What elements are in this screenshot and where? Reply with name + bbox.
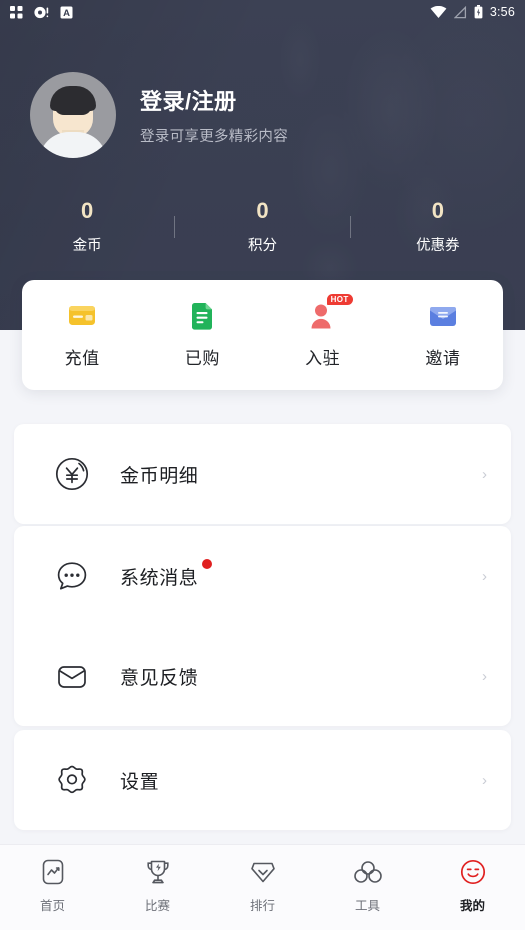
tab-mine[interactable]: 我的	[420, 857, 525, 914]
quick-action-invite[interactable]: 邀请	[383, 301, 503, 369]
yen-coin-icon	[54, 456, 96, 492]
menu-item-feedback[interactable]: 意见反馈 ›	[14, 626, 511, 726]
bottom-tab-bar: 首页 比赛 排行 工具 我的	[0, 844, 525, 930]
menu-item-label: 设置	[120, 771, 160, 793]
menu-item-coin-details[interactable]: 金币明细 ›	[14, 424, 511, 524]
diamond-rank-icon	[210, 857, 315, 887]
menu-item-system-messages[interactable]: 系统消息 ›	[14, 526, 511, 626]
quick-action-label: 入驻	[305, 349, 341, 368]
status-bar-clock: 3:56	[489, 5, 515, 19]
quick-action-label: 邀请	[425, 349, 461, 368]
avatar-shirt	[39, 132, 107, 158]
menu-item-settings[interactable]: 设置 ›	[14, 730, 511, 830]
hot-badge: HOT	[326, 294, 353, 305]
letter-a-box-icon: A	[60, 6, 73, 19]
tools-circles-icon	[315, 857, 420, 887]
stat-value: 0	[81, 197, 94, 223]
signal-off-icon	[453, 5, 466, 18]
menu-card-messages: 系统消息 › 意见反馈 ›	[14, 526, 511, 726]
tab-label: 我的	[459, 899, 485, 913]
my-profile-screen: A 3:56 登录/注册 登录可享更多精彩内容 0 金币 0 积分 0 优惠券 …	[0, 0, 525, 930]
stat-value: 0	[256, 197, 269, 223]
tab-label: 比赛	[144, 899, 170, 913]
svg-text:A: A	[63, 8, 70, 19]
stat-label: 积分	[247, 237, 277, 254]
envelope-icon	[383, 301, 503, 331]
stat-label: 优惠券	[416, 237, 460, 254]
battery-icon	[474, 5, 483, 19]
tab-home[interactable]: 首页	[0, 857, 105, 914]
profile-login-block[interactable]: 登录/注册 登录可享更多精彩内容	[30, 72, 288, 158]
trophy-icon	[105, 857, 210, 887]
status-bar-right-icons: 3:56	[430, 5, 515, 19]
tab-ranking[interactable]: 排行	[210, 857, 315, 914]
quick-action-purchased[interactable]: 已购	[142, 301, 262, 369]
avatar-hair	[50, 86, 96, 115]
stat-label: 金币	[72, 237, 102, 254]
tab-tools[interactable]: 工具	[315, 857, 420, 914]
chevron-right-icon: ›	[482, 771, 487, 789]
menu-card-coins: 金币明细 ›	[14, 424, 511, 524]
profile-text: 登录/注册 登录可享更多精彩内容	[140, 84, 288, 146]
quick-action-recharge[interactable]: 充值	[22, 301, 142, 369]
login-register-title[interactable]: 登录/注册	[140, 84, 288, 116]
tab-matches[interactable]: 比赛	[105, 857, 210, 914]
status-bar-left-icons: A	[10, 5, 73, 19]
quick-action-label: 充值	[64, 349, 100, 368]
menu-card-settings: 设置 ›	[14, 730, 511, 830]
document-icon	[142, 301, 262, 331]
stat-coupons[interactable]: 0 优惠券	[351, 197, 525, 255]
wifi-icon	[430, 5, 447, 18]
stats-row: 0 金币 0 积分 0 优惠券	[0, 196, 525, 258]
wallet-card-icon	[22, 301, 142, 331]
chevron-right-icon: ›	[482, 465, 487, 483]
tab-label: 首页	[39, 899, 65, 913]
stat-points[interactable]: 0 积分	[175, 197, 349, 255]
tab-label: 工具	[354, 899, 380, 913]
menu-item-text: 系统消息	[120, 567, 199, 589]
stat-value: 0	[431, 197, 444, 223]
menu-item-label: 金币明细	[120, 465, 199, 487]
smiley-profile-icon	[420, 857, 525, 887]
login-subtitle: 登录可享更多精彩内容	[140, 129, 288, 145]
home-chart-icon	[0, 857, 105, 887]
user-join-icon: HOT	[263, 294, 383, 331]
unread-dot-badge	[202, 558, 213, 569]
record-dot-icon	[34, 6, 49, 18]
quick-action-join[interactable]: HOT 入驻	[263, 294, 383, 369]
tab-label: 排行	[249, 899, 275, 913]
menu-item-label: 系统消息	[120, 558, 213, 590]
quick-actions-card: 充值 已购 HOT 入驻 邀请	[22, 280, 503, 390]
gear-icon	[54, 762, 96, 798]
quick-action-label: 已购	[184, 349, 220, 368]
chevron-right-icon: ›	[482, 667, 487, 685]
grid-apps-icon	[10, 5, 23, 18]
stat-coins[interactable]: 0 金币	[0, 197, 174, 255]
status-bar: A 3:56	[0, 0, 525, 24]
chevron-right-icon: ›	[482, 567, 487, 585]
menu-item-label: 意见反馈	[120, 667, 199, 689]
mail-outline-icon	[54, 658, 96, 694]
avatar[interactable]	[30, 72, 116, 158]
chat-bubble-icon	[54, 558, 96, 594]
